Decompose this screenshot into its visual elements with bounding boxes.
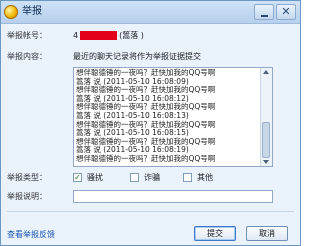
checkbox-fraud[interactable] [130,173,139,182]
minimize-button[interactable] [254,4,274,20]
report-explanation-input[interactable] [73,190,273,203]
divider [7,211,294,212]
redaction-bar [80,31,118,40]
type-option-label: 诈骗 [144,173,160,182]
cancel-button[interactable]: 取消 [246,226,288,241]
account-label: 举报帐号： [7,31,47,40]
checkbox-other[interactable] [183,173,192,182]
chat-log-box[interactable]: 想伴聪德锤的一夜吗？赶快加我的QQ号啊 篙落 说 (2011-05-10 16:0… [73,67,273,167]
account-value: 4 (篙落 ) [73,30,144,41]
window-title: 举报 [22,6,42,17]
scroll-up-icon[interactable] [263,70,269,74]
chat-log-line: 想伴聪德锤的一夜吗？赶快加我的QQ号啊 [76,153,216,163]
scrollbar[interactable] [260,68,272,166]
content-description: 最近的聊天记录将作为举报证据提交 [73,52,201,61]
close-icon: ✕ [281,5,291,18]
checkbox-harassment[interactable]: ✓ [73,173,82,182]
type-label: 举报类型： [7,173,47,182]
content-label: 举报内容： [7,52,47,61]
type-option-label: 其他 [197,173,213,182]
submit-button[interactable]: 提交 [194,226,236,241]
explain-label: 举报说明： [7,192,47,201]
qq-app-icon [4,5,18,19]
scroll-down-icon[interactable] [263,160,269,164]
close-button[interactable]: ✕ [276,4,296,20]
account-nickname: (篙落 ) [119,31,144,40]
account-prefix: 4 [73,31,79,40]
minimize-icon [261,15,268,17]
title-bar[interactable]: 举报 ✕ [1,1,300,24]
chat-log-text: 想伴聪德锤的一夜吗？赶快加我的QQ号啊 篙落 说 (2011-05-10 16:0… [76,68,260,164]
view-feedback-link[interactable]: 查看举报反馈 [7,229,55,240]
scroll-thumb[interactable] [262,122,270,158]
report-dialog: 举报 ✕ 举报帐号： 4 (篙落 ) 举报内容： 最近的聊天记录将作为举报证据提交… [0,0,301,246]
type-option-label: 骚扰 [87,173,103,182]
